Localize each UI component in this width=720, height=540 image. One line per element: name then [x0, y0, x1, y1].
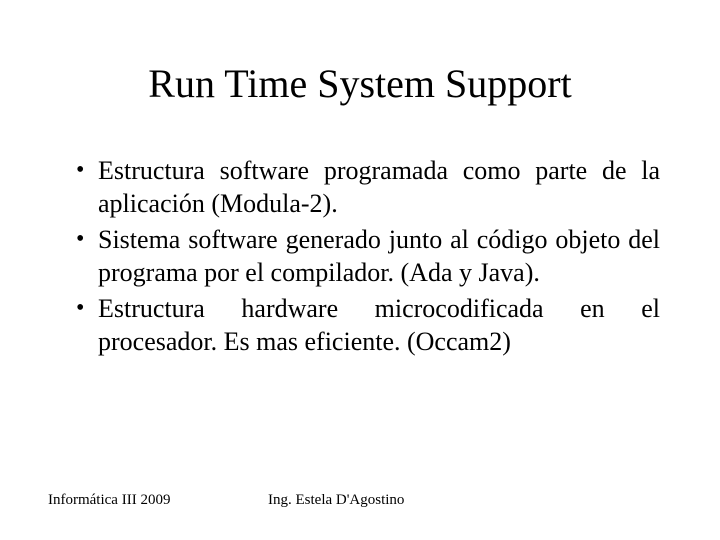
list-item: Estructura hardware microcodificada en e… — [76, 293, 660, 358]
list-item: Estructura software programada como part… — [76, 155, 660, 220]
bullet-list: Estructura software programada como part… — [48, 155, 672, 358]
footer-author: Ing. Estela D'Agostino — [268, 492, 404, 509]
slide: Run Time System Support Estructura softw… — [0, 0, 720, 540]
footer-course: Informática III 2009 — [48, 492, 170, 509]
slide-title: Run Time System Support — [48, 60, 672, 107]
list-item: Sistema software generado junto al códig… — [76, 224, 660, 289]
